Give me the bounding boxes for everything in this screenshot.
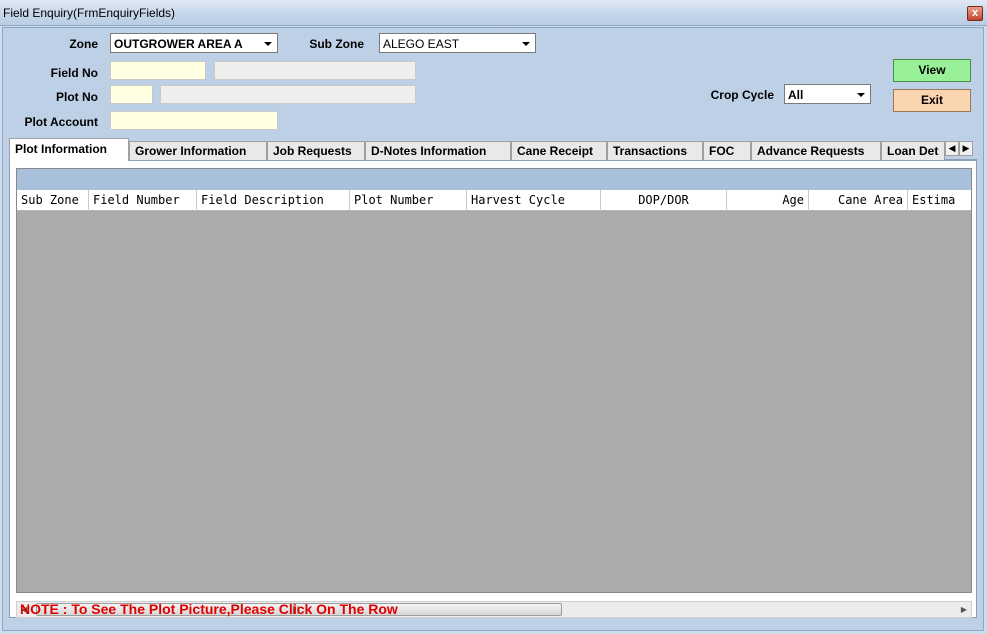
- tab-plot-information[interactable]: Plot Information: [9, 138, 129, 161]
- crop-cycle-select[interactable]: All: [784, 84, 871, 104]
- zone-select-value: OUTGROWER AREA A: [114, 37, 243, 51]
- column-header-cane-area[interactable]: Cane Area: [809, 190, 908, 211]
- tab-grower-information[interactable]: Grower Information: [129, 141, 267, 160]
- plot-account-label: Plot Account: [24, 115, 98, 129]
- field-no-label: Field No: [50, 66, 98, 80]
- tab-strip: Plot Information Grower Information Job …: [9, 138, 977, 161]
- chevron-down-icon: [522, 42, 530, 46]
- zone-label: Zone: [69, 37, 98, 51]
- chevron-down-icon: [857, 93, 865, 97]
- plot-grid[interactable]: Sub Zone Field Number Field Description …: [16, 168, 972, 593]
- plot-description-input: [160, 85, 416, 104]
- plot-information-panel: Sub Zone Field Number Field Description …: [9, 160, 977, 618]
- column-header-harvest-cycle[interactable]: Harvest Cycle: [467, 190, 601, 211]
- column-header-dop-dor[interactable]: DOP/DOR: [601, 190, 727, 211]
- tab-transactions[interactable]: Transactions: [607, 141, 703, 160]
- zone-select[interactable]: OUTGROWER AREA A: [110, 33, 278, 53]
- plot-no-label: Plot No: [56, 90, 98, 104]
- subzone-select[interactable]: ALEGO EAST: [379, 33, 536, 53]
- column-header-plot-number[interactable]: Plot Number: [350, 190, 467, 211]
- plot-account-input[interactable]: [110, 111, 278, 130]
- tab-d-notes-information[interactable]: D-Notes Information: [365, 141, 511, 160]
- field-no-input[interactable]: [110, 61, 206, 80]
- column-header-field-number[interactable]: Field Number: [89, 190, 197, 211]
- tab-foc[interactable]: FOC: [703, 141, 751, 160]
- crop-cycle-label: Crop Cycle: [710, 88, 774, 102]
- scroll-right-icon[interactable]: ▶: [961, 605, 967, 614]
- subzone-select-value: ALEGO EAST: [383, 37, 460, 51]
- plot-picture-note: NOTE : To See The Plot Picture,Please Cl…: [20, 601, 398, 617]
- column-header-estimate[interactable]: Estima: [908, 190, 971, 211]
- title-bar: Field Enquiry(FrmEnquiryFields) x: [0, 0, 987, 26]
- grid-header-row: Sub Zone Field Number Field Description …: [17, 190, 971, 211]
- tab-scroll-right-icon[interactable]: ▶: [959, 141, 973, 156]
- tab-advance-requests[interactable]: Advance Requests: [751, 141, 881, 160]
- crop-cycle-value: All: [788, 88, 804, 102]
- column-header-sub-zone[interactable]: Sub Zone: [17, 190, 89, 211]
- column-header-field-description[interactable]: Field Description: [197, 190, 350, 211]
- form-body: Zone OUTGROWER AREA A Sub Zone ALEGO EAS…: [2, 27, 984, 631]
- tab-scroll-left-icon[interactable]: ◀: [945, 141, 959, 156]
- grid-caption-bar: [17, 169, 971, 190]
- tab-job-requests[interactable]: Job Requests: [267, 141, 365, 160]
- window-title: Field Enquiry(FrmEnquiryFields): [3, 6, 176, 20]
- chevron-down-icon: [264, 42, 272, 46]
- column-header-age[interactable]: Age: [727, 190, 809, 211]
- tab-cane-receipt[interactable]: Cane Receipt: [511, 141, 607, 160]
- exit-button[interactable]: Exit: [893, 89, 971, 112]
- tab-loan-details[interactable]: Loan Det: [881, 141, 945, 160]
- plot-no-input[interactable]: [110, 85, 153, 104]
- close-button[interactable]: x: [967, 6, 983, 21]
- view-button[interactable]: View: [893, 59, 971, 82]
- field-description-input: [214, 61, 416, 80]
- subzone-label: Sub Zone: [309, 37, 364, 51]
